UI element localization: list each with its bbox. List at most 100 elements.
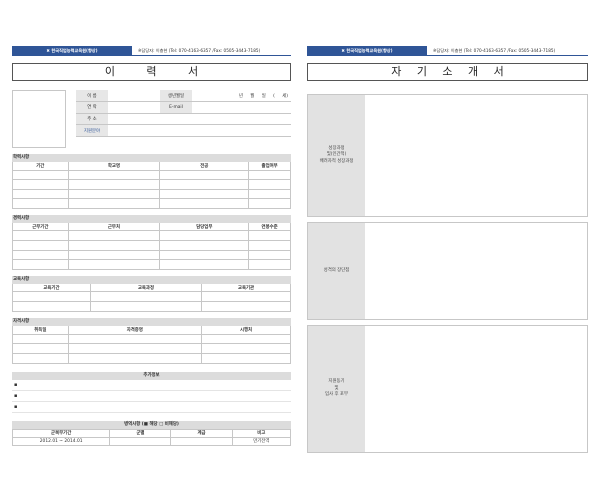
table-cell[interactable] (89, 301, 203, 313)
table-cell[interactable] (12, 259, 69, 270)
table-cell[interactable] (159, 249, 250, 261)
career-header: 연봉수준 (248, 222, 291, 232)
table-cell[interactable] (67, 249, 161, 261)
table-cell[interactable] (201, 291, 291, 303)
table-cell[interactable] (12, 230, 69, 241)
table-cell[interactable] (159, 188, 250, 200)
personality-text-area[interactable] (365, 223, 587, 319)
phone-label: 연 락 (76, 101, 108, 114)
table-cell[interactable] (248, 249, 291, 261)
motivation-text-area[interactable] (365, 326, 587, 452)
table-cell[interactable] (248, 239, 291, 251)
personality-block: 성격의 장단점 (307, 222, 588, 320)
table-cell[interactable] (248, 179, 291, 190)
list-item[interactable]: ▪ (12, 380, 291, 391)
motivation-label: 지원동기 및 입사 후 포부 (308, 326, 365, 452)
table-cell[interactable] (12, 343, 69, 354)
table-row (12, 230, 291, 241)
service-period[interactable]: 2012.01 ~ 2014.01 (11, 436, 111, 446)
table-cell[interactable] (12, 179, 69, 190)
service-branch[interactable] (109, 436, 172, 446)
table-cell[interactable] (67, 188, 161, 200)
table-cell[interactable] (67, 169, 161, 181)
table-row (12, 188, 291, 200)
training-section: 교육사항 교육기간 교육과정 교육기관 (12, 275, 291, 313)
table-cell[interactable] (67, 239, 161, 251)
list-item[interactable]: ▪ (12, 391, 291, 402)
certificate-header: 시행처 (201, 326, 291, 335)
table-cell[interactable] (12, 291, 91, 303)
table-cell[interactable] (12, 301, 91, 313)
table-cell[interactable] (67, 179, 161, 190)
intro-title: 자 기 소 개 서 (307, 63, 588, 81)
table-cell[interactable] (248, 259, 291, 270)
education-header: 전공 (159, 162, 250, 171)
intro-page: ✖ 한국직업능력교육원(향상) ※담당자: 이충현 (Tel: 070-4163… (307, 46, 588, 453)
address-field[interactable] (108, 113, 291, 126)
table-cell[interactable] (12, 188, 69, 200)
table-cell[interactable] (159, 198, 250, 209)
table-row (12, 301, 291, 313)
table-cell[interactable] (12, 239, 69, 251)
service-note[interactable]: 만기전역 (231, 436, 292, 446)
table-cell[interactable] (12, 352, 69, 364)
table-cell[interactable] (201, 333, 291, 345)
table-cell[interactable] (248, 188, 291, 200)
table-cell[interactable] (201, 343, 291, 354)
table-cell[interactable] (67, 343, 203, 354)
table-row (12, 352, 291, 364)
table-cell[interactable] (201, 301, 291, 313)
name-field[interactable] (108, 90, 160, 103)
table-cell[interactable] (159, 179, 250, 190)
photo-placeholder[interactable] (12, 90, 66, 148)
table-cell[interactable] (159, 169, 250, 181)
table-cell[interactable] (12, 333, 69, 345)
military-header: 계급 (170, 428, 233, 438)
training-header: 교육기간 (12, 283, 91, 293)
military-header: 군복무기간 (11, 428, 111, 438)
birth-label: 생년월일 (160, 90, 192, 103)
table-cell[interactable] (67, 259, 161, 270)
table-cell[interactable] (67, 352, 203, 364)
service-rank[interactable] (170, 436, 233, 446)
table-cell[interactable] (67, 198, 161, 209)
growth-text-area[interactable] (365, 95, 587, 216)
table-cell[interactable] (89, 291, 203, 303)
contact-info: ※담당자: 이충현 (Tel: 070-4163-6357 /Fax: 0505… (132, 46, 291, 56)
table-cell[interactable] (12, 198, 69, 209)
table-cell[interactable] (12, 169, 69, 181)
table-cell[interactable] (159, 259, 250, 270)
education-header: 졸업여부 (248, 162, 291, 171)
list-item[interactable]: ▪ (12, 402, 291, 413)
table-cell[interactable] (248, 169, 291, 181)
table-cell[interactable] (159, 230, 250, 241)
resume-title: 이 력 서 (12, 63, 291, 81)
table-cell[interactable] (159, 239, 250, 251)
training-label: 교육사항 (12, 275, 291, 284)
birth-field[interactable]: 년 월 일 ( 세) (192, 90, 291, 103)
phone-field[interactable] (108, 101, 160, 114)
label-line: 입사 후 포부 (325, 392, 348, 398)
career-header: 담당업무 (159, 222, 250, 232)
additional-info-bar: 추가정보 (12, 371, 291, 380)
military-table: 군복무기간 군별 계급 비고 2012.01 ~ 2014.01 만기전역 (11, 428, 292, 446)
education-header: 기간 (12, 162, 69, 171)
table-cell[interactable] (248, 198, 291, 209)
table-cell[interactable] (67, 333, 203, 345)
email-field[interactable] (192, 101, 291, 114)
field-field[interactable] (108, 124, 291, 137)
email-label: E-mail (160, 101, 192, 114)
label-line: 성격의 장단점 (323, 267, 350, 273)
certificate-header: 취득일 (12, 326, 69, 335)
table-cell[interactable] (12, 249, 69, 261)
address-label: 주 소 (76, 113, 108, 126)
education-table: 기간 학교명 전공 졸업여부 (12, 162, 291, 209)
table-cell[interactable] (248, 230, 291, 241)
table-cell[interactable] (201, 352, 291, 364)
table-cell[interactable] (67, 230, 161, 241)
table-row (12, 343, 291, 354)
military-header: 군별 (109, 428, 172, 438)
certificate-table: 취득일 자격증명 시행처 (12, 326, 291, 364)
growth-block: 성장과정 및(인간적) 배려자적 성장과정 (307, 94, 588, 217)
resume-page: ✖ 한국직업능력교육원(향상) ※담당자: 이충현 (Tel: 070-4163… (11, 46, 292, 446)
